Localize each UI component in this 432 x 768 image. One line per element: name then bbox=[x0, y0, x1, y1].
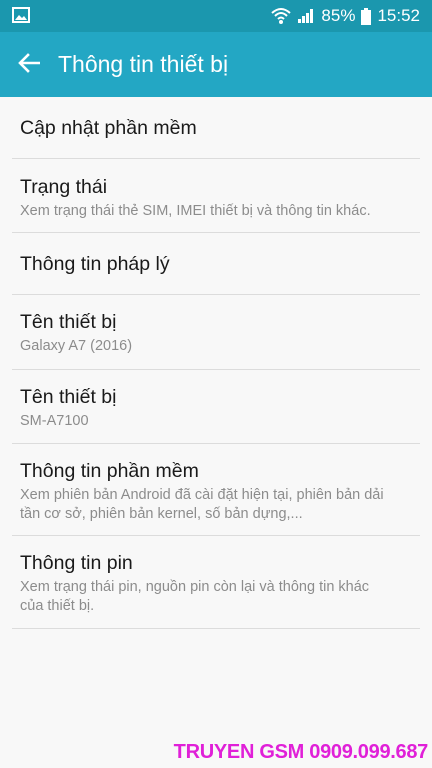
arrow-left-icon bbox=[18, 52, 41, 78]
clock: 15:52 bbox=[377, 6, 420, 25]
list-item-device-name[interactable]: Tên thiết bị Galaxy A7 (2016) bbox=[0, 295, 432, 370]
list-item-legal-info[interactable]: Thông tin pháp lý bbox=[0, 233, 432, 295]
list-item-title: Thông tin pháp lý bbox=[20, 253, 170, 275]
page-title: Thông tin thiết bị bbox=[58, 51, 229, 77]
subtitle-line: của thiết bị. bbox=[20, 598, 95, 614]
back-button[interactable] bbox=[12, 48, 46, 82]
image-icon bbox=[12, 7, 30, 23]
status-bar: 85% 15:52 bbox=[0, 0, 432, 32]
list-item-battery-info[interactable]: Thông tin pin Xem trạng thái pin, nguồn … bbox=[0, 536, 432, 629]
list-item-model-number[interactable]: Tên thiết bị SM-A7100 bbox=[0, 370, 432, 444]
list-item-subtitle: Xem trạng thái thẻ SIM, IMEI thiết bị và… bbox=[20, 203, 371, 219]
subtitle-line: Xem phiên bản Android đã cài đặt hiện tạ… bbox=[20, 487, 384, 503]
wifi-icon bbox=[271, 7, 292, 25]
list-item-subtitle: Xem trạng thái pin, nguồn pin còn lại và… bbox=[20, 578, 412, 616]
list-item-title: Trạng thái bbox=[20, 176, 108, 198]
list-item-title: Tên thiết bị bbox=[20, 311, 117, 333]
subtitle-line: Xem trạng thái pin, nguồn pin còn lại và… bbox=[20, 579, 370, 595]
subtitle-line: tần cơ sở, phiên bản kernel, số bản dựng… bbox=[20, 506, 303, 522]
list-item-title: Thông tin pin bbox=[20, 552, 133, 574]
status-icons: 85% 15:52 bbox=[271, 0, 420, 32]
list-item-title: Thông tin phần mềm bbox=[20, 460, 199, 482]
list-item-software-info[interactable]: Thông tin phần mềm Xem phiên bản Android… bbox=[0, 444, 432, 536]
app-bar: Thông tin thiết bị bbox=[0, 32, 432, 97]
battery-icon bbox=[361, 7, 372, 25]
list-item-subtitle: Xem phiên bản Android đã cài đặt hiện tạ… bbox=[20, 486, 412, 524]
list-item-status[interactable]: Trạng thái Xem trạng thái thẻ SIM, IMEI … bbox=[0, 159, 432, 233]
list-item-software-update[interactable]: Cập nhật phần mềm bbox=[0, 97, 432, 159]
signal-icon bbox=[297, 8, 315, 24]
list-item-subtitle: Galaxy A7 (2016) bbox=[20, 338, 133, 354]
settings-list: Cập nhật phần mềm Trạng thái Xem trạng t… bbox=[0, 97, 432, 629]
battery-percent: 85% bbox=[321, 6, 356, 25]
watermark: TRUYEN GSM 0909.099.687 bbox=[173, 741, 429, 763]
divider bbox=[12, 628, 420, 629]
list-item-title: Cập nhật phần mềm bbox=[20, 117, 197, 139]
list-item-title: Tên thiết bị bbox=[20, 386, 117, 408]
list-item-subtitle: SM-A7100 bbox=[20, 413, 89, 429]
